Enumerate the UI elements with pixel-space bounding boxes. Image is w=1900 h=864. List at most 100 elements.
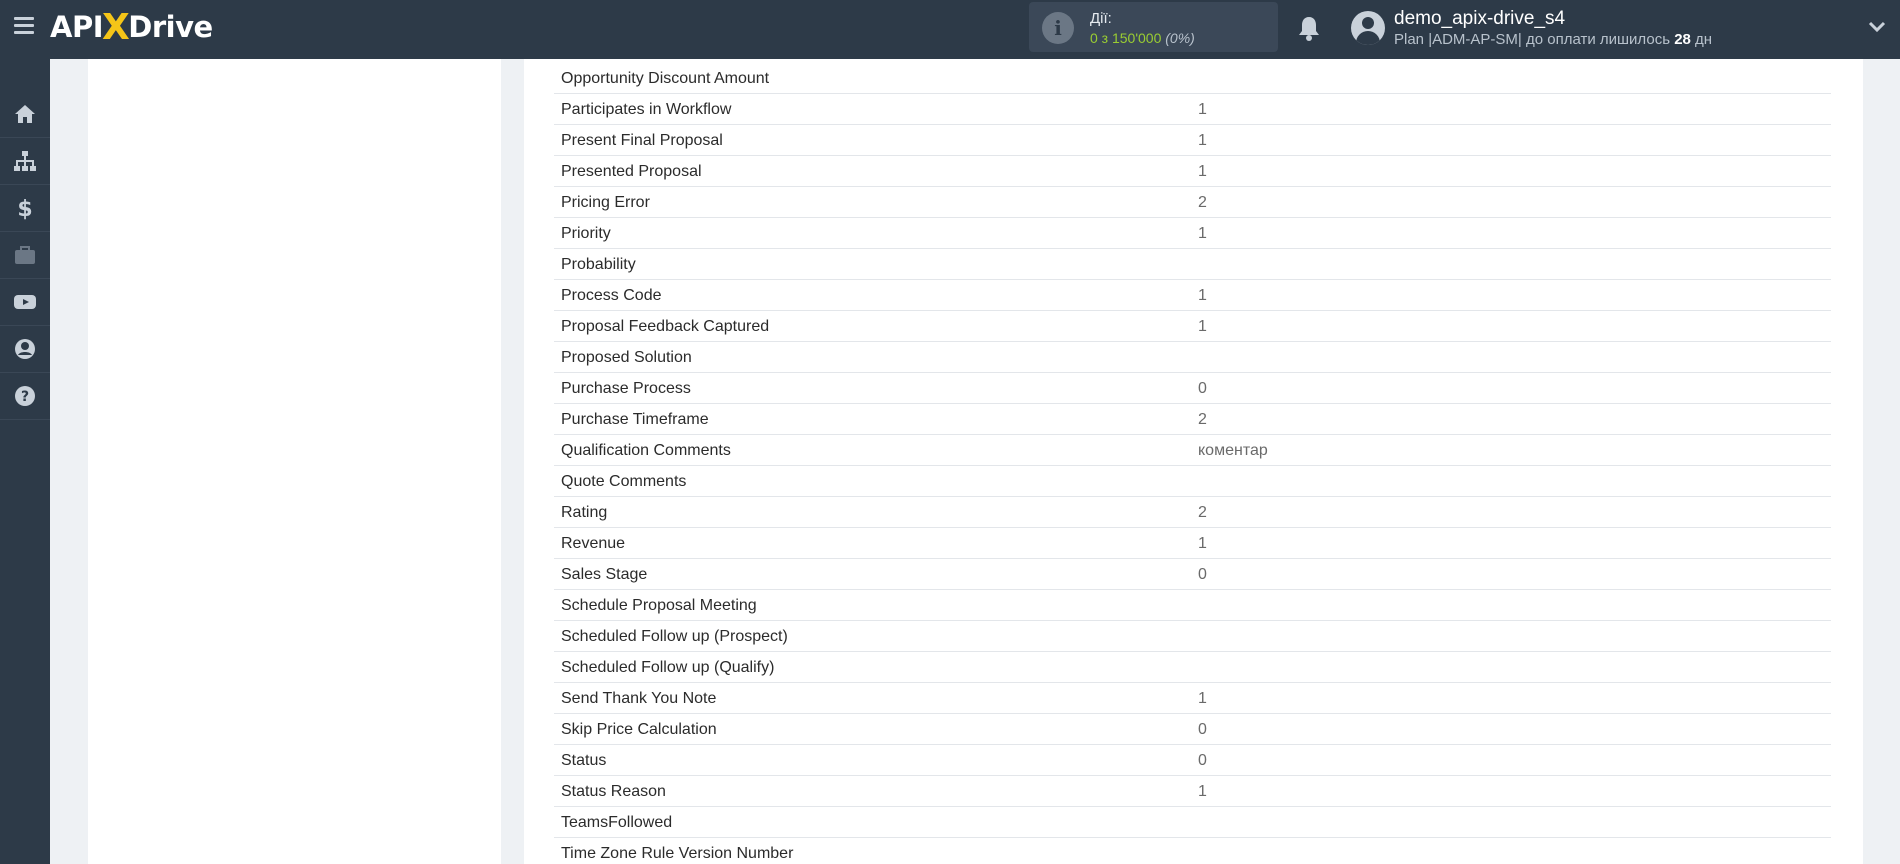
- sidebar-item-connections[interactable]: [0, 138, 50, 185]
- field-value: 1: [1198, 132, 1207, 149]
- table-row: Probability: [554, 249, 1831, 280]
- sidebar-item-video[interactable]: [0, 279, 50, 326]
- actions-label: Дії:: [1090, 10, 1112, 27]
- table-row: Send Thank You Note 1: [554, 683, 1831, 714]
- logo-drive: Drive: [128, 10, 213, 44]
- field-label: Qualification Comments: [561, 442, 731, 459]
- user-circle-icon: [15, 339, 35, 359]
- field-label: Status: [561, 752, 607, 769]
- table-row: Qualification Comments коментар: [554, 435, 1831, 466]
- table-row: Proposal Feedback Captured 1: [554, 311, 1831, 342]
- sidebar-item-help[interactable]: ?: [0, 373, 50, 420]
- logo-api: API: [50, 10, 104, 44]
- field-label: Purchase Process: [561, 380, 691, 397]
- field-value: 1: [1198, 318, 1207, 335]
- field-value: коментар: [1198, 442, 1268, 459]
- field-label: Presented Proposal: [561, 163, 702, 180]
- field-label: Rating: [561, 504, 608, 521]
- field-value: 1: [1198, 163, 1207, 180]
- table-row: Opportunity Discount Amount: [554, 63, 1831, 94]
- table-row: TeamsFollowed: [554, 807, 1831, 838]
- table-row: Status Reason 1: [554, 776, 1831, 807]
- table-row: Revenue 1: [554, 528, 1831, 559]
- left-panel: [88, 59, 501, 864]
- table-row: Time Zone Rule Version Number: [554, 838, 1831, 864]
- field-value: 2: [1198, 411, 1207, 428]
- field-label: Time Zone Rule Version Number: [561, 845, 794, 862]
- fields-panel: Opportunity Discount Amount Participates …: [524, 59, 1863, 864]
- field-value: 1: [1198, 225, 1207, 242]
- table-row: Priority 1: [554, 218, 1831, 249]
- field-label: Proposed Solution: [561, 349, 692, 366]
- plan-days: 28: [1674, 31, 1691, 48]
- field-label: TeamsFollowed: [561, 814, 673, 831]
- table-row: Proposed Solution: [554, 342, 1831, 373]
- actions-counter[interactable]: i Дії: 0 з 150'000 (0%): [1029, 2, 1278, 52]
- field-label: Pricing Error: [561, 194, 650, 211]
- field-value: 0: [1198, 752, 1207, 769]
- table-row: Quote Comments: [554, 466, 1831, 497]
- svg-text:$: $: [17, 197, 32, 220]
- field-label: Proposal Feedback Captured: [561, 318, 770, 335]
- sitemap-icon: [14, 151, 36, 171]
- field-label: Present Final Proposal: [561, 132, 723, 149]
- plan-days-suffix: дн: [1690, 31, 1713, 48]
- fields-table: Opportunity Discount Amount Participates …: [554, 63, 1831, 864]
- table-row: Presented Proposal 1: [554, 156, 1831, 187]
- table-row: Status 0: [554, 745, 1831, 776]
- briefcase-icon: [15, 246, 35, 264]
- info-icon: i: [1042, 12, 1074, 44]
- table-row: Rating 2: [554, 497, 1831, 528]
- field-label: Skip Price Calculation: [561, 721, 717, 738]
- field-value: 1: [1198, 783, 1207, 800]
- dollar-icon: $: [17, 197, 32, 220]
- field-label: Purchase Timeframe: [561, 411, 709, 428]
- field-label: Scheduled Follow up (Prospect): [561, 628, 788, 645]
- field-label: Revenue: [561, 535, 626, 552]
- table-row: Scheduled Follow up (Qualify): [554, 652, 1831, 683]
- field-value: 0: [1198, 721, 1207, 738]
- table-row: Pricing Error 2: [554, 187, 1831, 218]
- field-label: Priority: [561, 225, 611, 242]
- bell-icon[interactable]: [1298, 15, 1320, 41]
- sidebar-item-home[interactable]: [0, 91, 50, 138]
- svg-text:?: ?: [21, 389, 29, 405]
- plan-text: Plan |ADM-AP-SM| до оплати лишилось: [1394, 31, 1675, 48]
- table-row: Purchase Timeframe 2: [554, 404, 1831, 435]
- home-icon: [15, 105, 35, 123]
- field-value: 1: [1198, 690, 1207, 707]
- field-value: 1: [1198, 535, 1207, 552]
- field-label: Schedule Proposal Meeting: [561, 597, 757, 614]
- field-label: Opportunity Discount Amount: [561, 70, 770, 87]
- table-row: Scheduled Follow up (Prospect): [554, 621, 1831, 652]
- avatar[interactable]: [1351, 11, 1385, 45]
- table-row: Sales Stage 0: [554, 559, 1831, 590]
- field-label: Probability: [561, 256, 636, 273]
- sidebar-item-account[interactable]: [0, 326, 50, 373]
- youtube-icon: [14, 295, 36, 309]
- sidebar-item-billing[interactable]: $: [0, 185, 50, 232]
- field-label: Scheduled Follow up (Qualify): [561, 659, 775, 676]
- field-value: 0: [1198, 566, 1207, 583]
- field-value: 0: [1198, 380, 1207, 397]
- field-label: Quote Comments: [561, 473, 687, 490]
- field-value: 1: [1198, 101, 1207, 118]
- table-row: Process Code 1: [554, 280, 1831, 311]
- plan-info: Plan |ADM-AP-SM| до оплати лишилось 28 д…: [1394, 31, 1712, 48]
- chevron-down-icon[interactable]: [1867, 20, 1887, 34]
- menu-icon[interactable]: [14, 17, 34, 35]
- top-bar: API X Drive i Дії: 0 з 150'000 (0%) demo_a…: [0, 0, 1900, 59]
- username[interactable]: demo_apix-drive_s4: [1394, 8, 1565, 30]
- sidebar-item-services[interactable]: [0, 232, 50, 279]
- table-row: Purchase Process 0: [554, 373, 1831, 404]
- logo[interactable]: API X Drive: [50, 7, 213, 48]
- field-value: 1: [1198, 287, 1207, 304]
- field-label: Sales Stage: [561, 566, 648, 583]
- question-circle-icon: ?: [15, 386, 35, 406]
- actions-percent: (0%): [1165, 30, 1195, 46]
- actions-value: 0 з 150'000 (0%): [1090, 30, 1195, 46]
- table-row: Participates in Workflow 1: [554, 94, 1831, 125]
- field-label: Status Reason: [561, 783, 666, 800]
- table-row: Present Final Proposal 1: [554, 125, 1831, 156]
- field-value: 2: [1198, 504, 1207, 521]
